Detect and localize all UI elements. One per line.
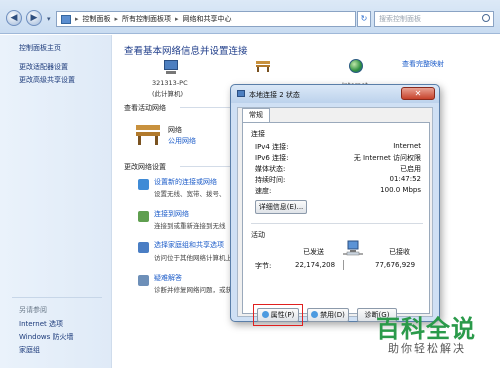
breadcrumb-control-panel[interactable]: 控制面板 bbox=[83, 14, 111, 24]
details-button[interactable]: 详细信息(E)... bbox=[255, 200, 307, 214]
public-network-bench-icon bbox=[136, 125, 160, 145]
media-state-value: 已启用 bbox=[400, 165, 421, 173]
divider bbox=[12, 297, 102, 298]
troubleshoot-icon bbox=[138, 275, 149, 286]
tab-panel: 连接 IPv4 连接: Internet IPv6 连接: 无 Internet… bbox=[242, 122, 430, 326]
homegroup-icon bbox=[138, 242, 149, 253]
task-new-connection[interactable]: 设置新的连接或网络 bbox=[154, 177, 217, 187]
sidebar: 控制面板主页 更改适配器设置 更改高级共享设置 另请参阅 Internet 选项… bbox=[0, 35, 112, 368]
connect-network-icon bbox=[138, 211, 149, 222]
sidebar-item-advanced-sharing[interactable]: 更改高级共享设置 bbox=[19, 75, 75, 85]
task-troubleshoot[interactable]: 疑难解答 bbox=[154, 273, 182, 283]
breadcrumb-all-items[interactable]: 所有控制面板项 bbox=[122, 14, 171, 24]
control-panel-icon bbox=[61, 14, 71, 24]
sidebar-item-homegroup[interactable]: 家庭组 bbox=[19, 345, 40, 355]
breadcrumb-network-center[interactable]: 网络和共享中心 bbox=[183, 14, 232, 24]
refresh-icon[interactable]: ↻ bbox=[357, 11, 371, 27]
computer-subtitle: (此计算机) bbox=[152, 90, 184, 98]
network-activity-icon bbox=[343, 240, 363, 256]
connection-heading: 连接 bbox=[251, 130, 265, 138]
disable-button[interactable]: 禁用(D) bbox=[307, 308, 349, 322]
tab-general[interactable]: 常规 bbox=[242, 108, 270, 122]
network-type-link[interactable]: 公用网络 bbox=[168, 136, 196, 146]
properties-button[interactable]: 属性(P) bbox=[257, 308, 299, 322]
sidebar-item-firewall[interactable]: Windows 防火墙 bbox=[19, 332, 73, 342]
dialog-titlebar[interactable]: 本地连接 2 状态 ✕ bbox=[231, 85, 439, 103]
breadcrumb-separator: ▸ bbox=[114, 15, 119, 23]
ipv6-value: 无 Internet 访问权限 bbox=[353, 154, 421, 162]
breadcrumb-separator: ▸ bbox=[75, 15, 79, 23]
bytes-label: 字节: bbox=[255, 262, 272, 270]
change-settings-heading: 更改网络设置 bbox=[124, 163, 166, 171]
task-connect-network[interactable]: 连接到网络 bbox=[154, 209, 189, 219]
activity-heading: 活动 bbox=[251, 231, 265, 239]
breadcrumb-separator: ▸ bbox=[175, 15, 179, 23]
disable-button-label: 禁用(D) bbox=[320, 311, 345, 319]
watermark-logo: 百科全说 bbox=[376, 315, 476, 343]
sent-label: 已发送 bbox=[303, 248, 324, 256]
computer-stand bbox=[166, 71, 176, 74]
ipv4-value: Internet bbox=[393, 142, 421, 150]
sidebar-item-internet-options[interactable]: Internet 选项 bbox=[19, 319, 63, 329]
see-also-heading: 另请参阅 bbox=[19, 306, 47, 314]
page-title: 查看基本网络信息并设置连接 bbox=[124, 46, 248, 57]
address-bar: ◀ ▶ ▾ ▸ 控制面板 ▸ 所有控制面板项 ▸ 网络和共享中心 ↻ 搜索控制面… bbox=[0, 0, 500, 34]
watermark-slogan: 助你轻松解决 bbox=[388, 342, 466, 355]
speed-value: 100.0 Mbps bbox=[380, 186, 421, 194]
task-new-connection-desc: 设置无线、宽带、拨号、 bbox=[154, 190, 226, 198]
properties-button-label: 属性(P) bbox=[270, 311, 295, 319]
ipv6-label: IPv6 连接: bbox=[255, 154, 289, 162]
speed-label: 速度: bbox=[255, 187, 272, 195]
recent-pages-chevron-icon[interactable]: ▾ bbox=[47, 15, 51, 23]
duration-label: 持续时间: bbox=[255, 176, 286, 184]
shield-icon bbox=[311, 311, 319, 318]
task-homegroup-desc: 访问位于其他网络计算机上 bbox=[154, 254, 232, 262]
see-full-map-link[interactable]: 查看完整映射 bbox=[402, 59, 444, 69]
bytes-received-value: 77,676,929 bbox=[375, 261, 416, 269]
duration-value: 01:47:52 bbox=[389, 175, 421, 183]
bytes-sent-value: 22,174,208 bbox=[295, 261, 336, 269]
search-input[interactable]: 搜索控制面板 bbox=[374, 11, 494, 27]
dialog-body: 常规 连接 IPv4 连接: Internet IPv6 连接: 无 Inter… bbox=[237, 107, 433, 326]
search-placeholder: 搜索控制面板 bbox=[379, 15, 421, 23]
connection-status-dialog: 本地连接 2 状态 ✕ 常规 连接 IPv4 连接: Internet IPv6… bbox=[230, 84, 440, 326]
dialog-title: 本地连接 2 状态 bbox=[249, 91, 300, 99]
divider bbox=[180, 107, 232, 108]
divider bbox=[343, 260, 344, 270]
network-adapter-icon bbox=[237, 90, 245, 97]
sidebar-item-control-panel-home[interactable]: 控制面板主页 bbox=[19, 43, 61, 53]
new-connection-icon bbox=[138, 179, 149, 190]
network-name: 网络 bbox=[168, 126, 182, 134]
task-connect-network-desc: 连接到或重新连接到无线 bbox=[154, 222, 226, 230]
search-icon[interactable] bbox=[482, 14, 490, 22]
breadcrumb[interactable]: ▸ 控制面板 ▸ 所有控制面板项 ▸ 网络和共享中心 bbox=[56, 11, 356, 27]
divider bbox=[180, 166, 232, 167]
close-button[interactable]: ✕ bbox=[401, 87, 435, 100]
sidebar-item-adapter-settings[interactable]: 更改适配器设置 bbox=[19, 62, 68, 72]
internet-globe-icon bbox=[349, 59, 363, 73]
computer-name: 321313-PC bbox=[152, 79, 188, 87]
received-label: 已接收 bbox=[389, 248, 410, 256]
network-bench-icon bbox=[256, 61, 270, 72]
forward-button[interactable]: ▶ bbox=[26, 10, 42, 26]
back-button[interactable]: ◀ bbox=[6, 10, 22, 26]
ipv4-label: IPv4 连接: bbox=[255, 143, 289, 151]
shield-icon bbox=[261, 311, 269, 318]
media-state-label: 媒体状态: bbox=[255, 165, 286, 173]
task-troubleshoot-desc: 诊断并修复网络问题，或获 bbox=[154, 286, 232, 294]
divider bbox=[251, 223, 423, 224]
computer-icon bbox=[164, 60, 178, 70]
task-homegroup[interactable]: 选择家庭组和共享选项 bbox=[154, 240, 224, 250]
active-networks-heading: 查看活动网络 bbox=[124, 104, 166, 112]
